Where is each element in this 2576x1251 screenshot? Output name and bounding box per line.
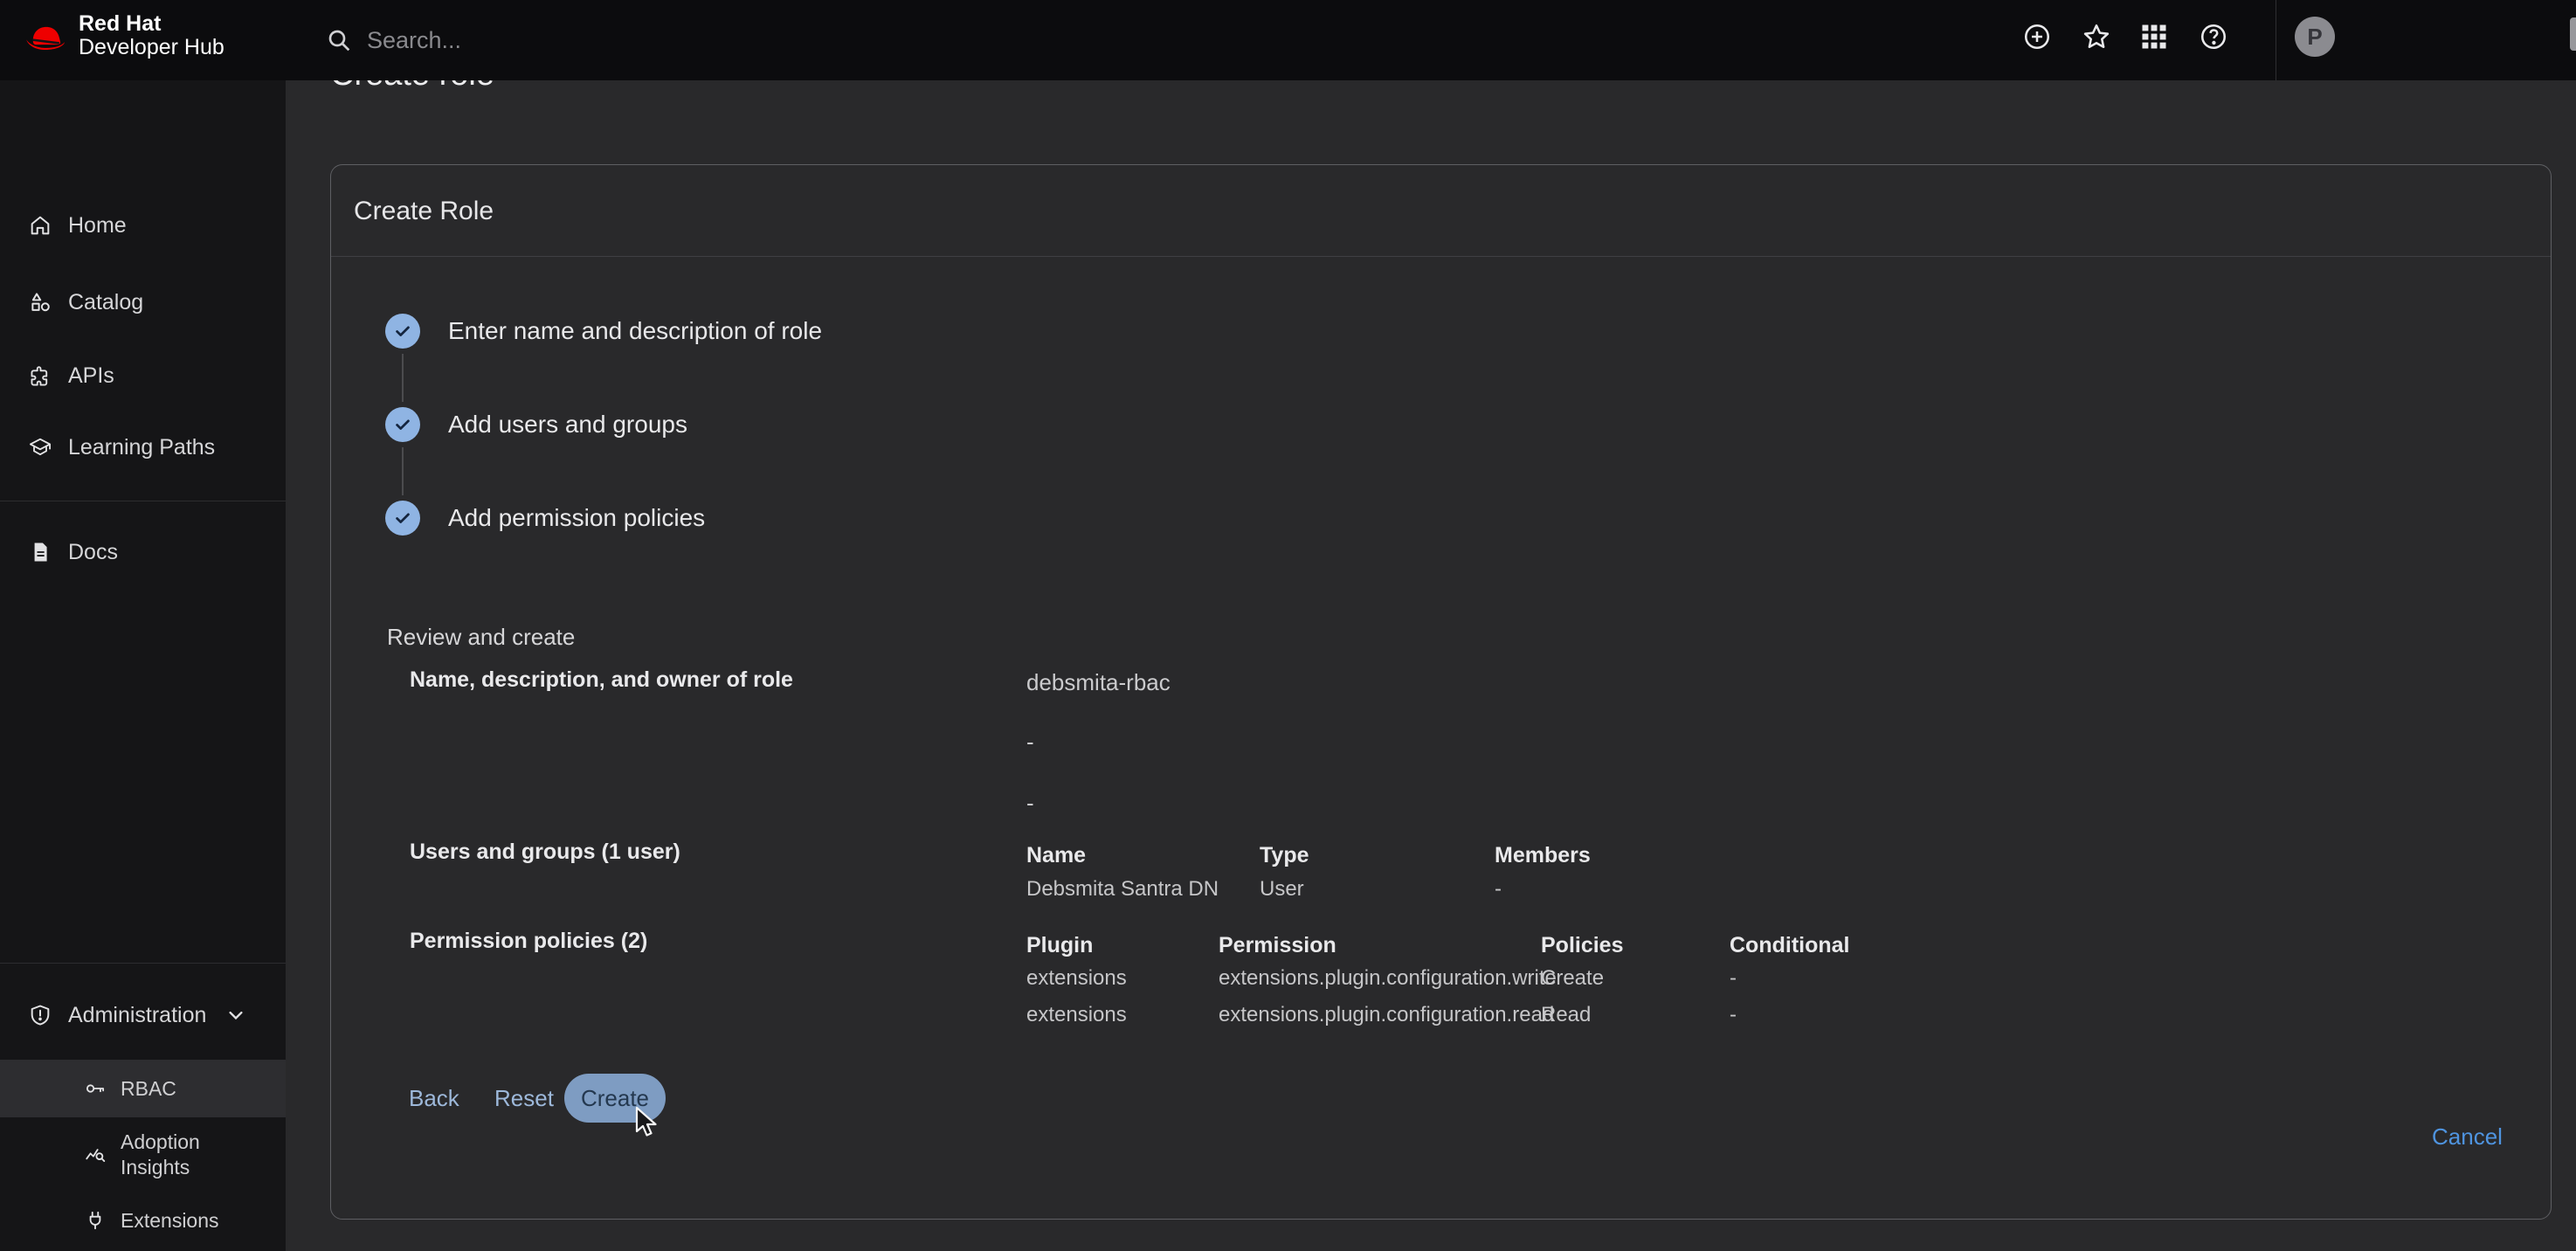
step-2: Add users and groups: [385, 407, 687, 442]
review-heading: Review and create: [387, 623, 575, 651]
step-label: Add permission policies: [448, 504, 705, 532]
name-section-label: Name, description, and owner of role: [410, 666, 793, 694]
users-col-name: Name: [1026, 841, 1086, 869]
avatar-initial: P: [2307, 24, 2322, 51]
global-search: [325, 0, 996, 80]
role-owner-value: -: [1026, 789, 1034, 817]
perm-row-plugin: extensions: [1026, 1001, 1127, 1029]
permissions-section-label: Permission policies (2): [410, 927, 647, 955]
perm-row-conditional: -: [1730, 964, 1737, 992]
app-grid-icon[interactable]: [2138, 21, 2170, 52]
chevron-down-icon: [224, 1003, 248, 1027]
graduation-cap-icon: [28, 435, 52, 460]
perm-row-policies: Read: [1541, 1001, 1591, 1029]
sidebar-item-administration[interactable]: Administration: [0, 991, 286, 1040]
sidebar-item-label: Extensions: [121, 1208, 219, 1234]
sidebar-item-docs[interactable]: Docs: [0, 528, 286, 577]
user-avatar[interactable]: P: [2295, 17, 2335, 57]
sidebar-divider: [0, 963, 286, 964]
sidebar-item-learning-paths[interactable]: Learning Paths: [0, 423, 286, 472]
puzzle-icon: [28, 363, 52, 388]
home-icon: [28, 213, 52, 238]
card-header-divider: [331, 256, 2551, 257]
step-1: Enter name and description of role: [385, 314, 822, 349]
sidebar-item-label: Learning Paths: [68, 435, 215, 460]
cancel-link[interactable]: Cancel: [2432, 1123, 2503, 1151]
app-screen: Create role Red Hat Developer Hub: [0, 0, 2576, 1251]
perm-row-permission: extensions.plugin.configuration.write: [1219, 964, 1557, 992]
redhat-fedora-icon: [23, 18, 70, 53]
sidebar-item-label: APIs: [68, 363, 114, 389]
perm-col-permission: Permission: [1219, 931, 1336, 959]
role-name-value: debsmita-rbac: [1026, 668, 1171, 696]
plug-icon: [84, 1209, 107, 1232]
sidebar-item-label: Docs: [68, 540, 118, 565]
sidebar-item-rbac[interactable]: RBAC: [0, 1060, 286, 1117]
shield-alert-icon: [28, 1003, 52, 1027]
key-icon: [84, 1077, 107, 1100]
step-completed-icon: [385, 314, 420, 349]
user-row-type: User: [1260, 875, 1304, 903]
help-icon[interactable]: [2198, 21, 2229, 52]
sidebar-item-home[interactable]: Home: [0, 201, 286, 250]
users-col-members: Members: [1495, 841, 1591, 869]
search-icon: [325, 26, 353, 54]
star-icon[interactable]: [2081, 21, 2112, 52]
step-connector: [402, 447, 404, 495]
step-label: Enter name and description of role: [448, 317, 822, 345]
step-completed-icon: [385, 407, 420, 442]
create-role-card: Create Role Enter name and description o…: [330, 164, 2552, 1220]
brand-line1: Red Hat: [79, 12, 224, 36]
perm-col-plugin: Plugin: [1026, 931, 1093, 959]
step-label: Add users and groups: [448, 411, 687, 439]
reset-button[interactable]: Reset: [494, 1084, 554, 1112]
sidebar-item-adoption-insights[interactable]: AdoptionInsights: [0, 1126, 286, 1184]
search-input[interactable]: [367, 27, 996, 54]
sidebar: Home Catalog APIs Learning Paths Docs Ad…: [0, 80, 286, 1251]
page-scrollbar-thumb[interactable]: [2570, 17, 2576, 51]
user-row-members: -: [1495, 875, 1502, 903]
sidebar-item-label: Administration: [68, 1003, 206, 1028]
card-title: Create Role: [354, 197, 494, 226]
users-section-label: Users and groups (1 user): [410, 838, 680, 866]
perm-row-plugin: extensions: [1026, 964, 1127, 992]
sidebar-item-label: AdoptionInsights: [121, 1130, 200, 1180]
brand-line2: Developer Hub: [79, 36, 224, 59]
catalog-shapes-icon: [28, 290, 52, 314]
back-button[interactable]: Back: [409, 1084, 459, 1112]
add-circle-icon[interactable]: [2021, 21, 2053, 52]
step-connector: [402, 354, 404, 402]
topbar: Red Hat Developer Hub P: [0, 0, 2576, 80]
create-button[interactable]: Create: [564, 1074, 666, 1123]
perm-row-conditional: -: [1730, 1001, 1737, 1029]
user-row-name: Debsmita Santra DN: [1026, 875, 1219, 903]
sidebar-item-apis[interactable]: APIs: [0, 351, 286, 400]
brand-text: Red Hat Developer Hub: [79, 12, 224, 59]
users-col-type: Type: [1260, 841, 1309, 869]
perm-col-conditional: Conditional: [1730, 931, 1849, 959]
sidebar-item-label: Catalog: [68, 290, 143, 315]
perm-col-policies: Policies: [1541, 931, 1624, 959]
insights-chart-icon: [84, 1144, 107, 1166]
brand-logo[interactable]: Red Hat Developer Hub: [23, 12, 224, 59]
sidebar-item-catalog[interactable]: Catalog: [0, 278, 286, 327]
sidebar-item-label: Home: [68, 213, 127, 238]
document-icon: [28, 540, 52, 564]
perm-row-permission: extensions.plugin.configuration.read: [1219, 1001, 1554, 1029]
sidebar-item-extensions[interactable]: Extensions: [0, 1196, 286, 1245]
sidebar-item-label: RBAC: [121, 1076, 176, 1102]
step-completed-icon: [385, 501, 420, 536]
step-3: Add permission policies: [385, 501, 705, 536]
role-description-value: -: [1026, 728, 1034, 756]
perm-row-policies: Create: [1541, 964, 1604, 992]
